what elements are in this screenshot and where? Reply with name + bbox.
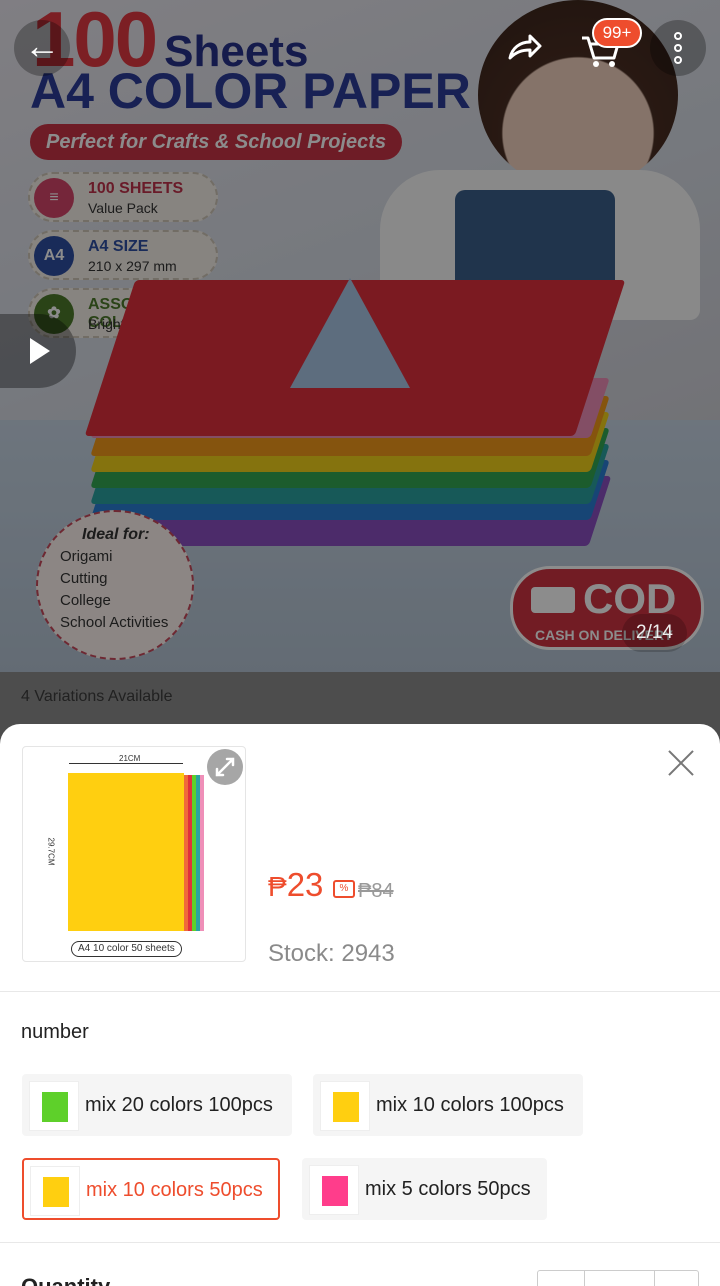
ideal-for-badge: Ideal for: Origami Cutting College Schoo… — [36, 510, 194, 660]
divider — [0, 1242, 720, 1243]
origami-crane-illustration — [290, 278, 410, 388]
banner-tagline: Perfect for Crafts & School Projects — [30, 124, 403, 160]
a4-icon: A4 — [34, 236, 74, 276]
variation-section-label: number — [21, 1021, 89, 1043]
option-swatch — [30, 1166, 80, 1216]
stack-icon: ≡ — [34, 178, 74, 218]
close-button[interactable] — [662, 744, 700, 782]
more-vertical-icon — [674, 32, 682, 64]
product-image[interactable]: 100 Sheets A4 COLOR PAPER Perfect for Cra… — [0, 0, 720, 672]
option-mix-10-colors-50pcs[interactable]: mix 10 colors 50pcs — [22, 1158, 280, 1220]
option-swatch — [309, 1165, 359, 1215]
image-page-indicator: 2/14 — [622, 614, 687, 652]
voucher-icon: % — [333, 880, 355, 898]
share-icon — [508, 34, 542, 60]
option-mix-5-colors-50pcs[interactable]: mix 5 colors 50pcs — [302, 1158, 547, 1220]
option-mix-20-colors-100pcs[interactable]: mix 20 colors 100pcs — [22, 1074, 292, 1136]
banner-subtitle: A4 COLOR PAPER — [30, 63, 471, 119]
more-button[interactable] — [650, 20, 706, 76]
expand-image-button[interactable] — [207, 749, 243, 785]
play-video-button[interactable] — [0, 314, 76, 388]
back-button[interactable]: ← — [14, 20, 70, 76]
share-button[interactable] — [494, 20, 550, 76]
option-swatch — [320, 1081, 370, 1131]
divider — [0, 991, 720, 992]
price: ₱23 — [268, 866, 324, 903]
cart-count-badge: 99+ — [592, 18, 642, 48]
option-swatch — [29, 1081, 79, 1131]
quantity-label: Quantity — [21, 1274, 110, 1286]
stock-count: Stock: 2943 — [268, 940, 395, 967]
expand-icon — [215, 757, 235, 777]
variations-available: 4 Variations Available — [21, 688, 173, 705]
original-price: ₱84 — [358, 880, 394, 902]
arrow-left-icon: ← — [24, 25, 60, 66]
feature-badge-sheets: ≡ 100 SHEETS Value Pack — [28, 172, 218, 222]
option-mix-10-colors-100pcs[interactable]: mix 10 colors 100pcs — [313, 1074, 583, 1136]
truck-icon — [531, 587, 575, 613]
quantity-stepper[interactable] — [537, 1270, 699, 1286]
